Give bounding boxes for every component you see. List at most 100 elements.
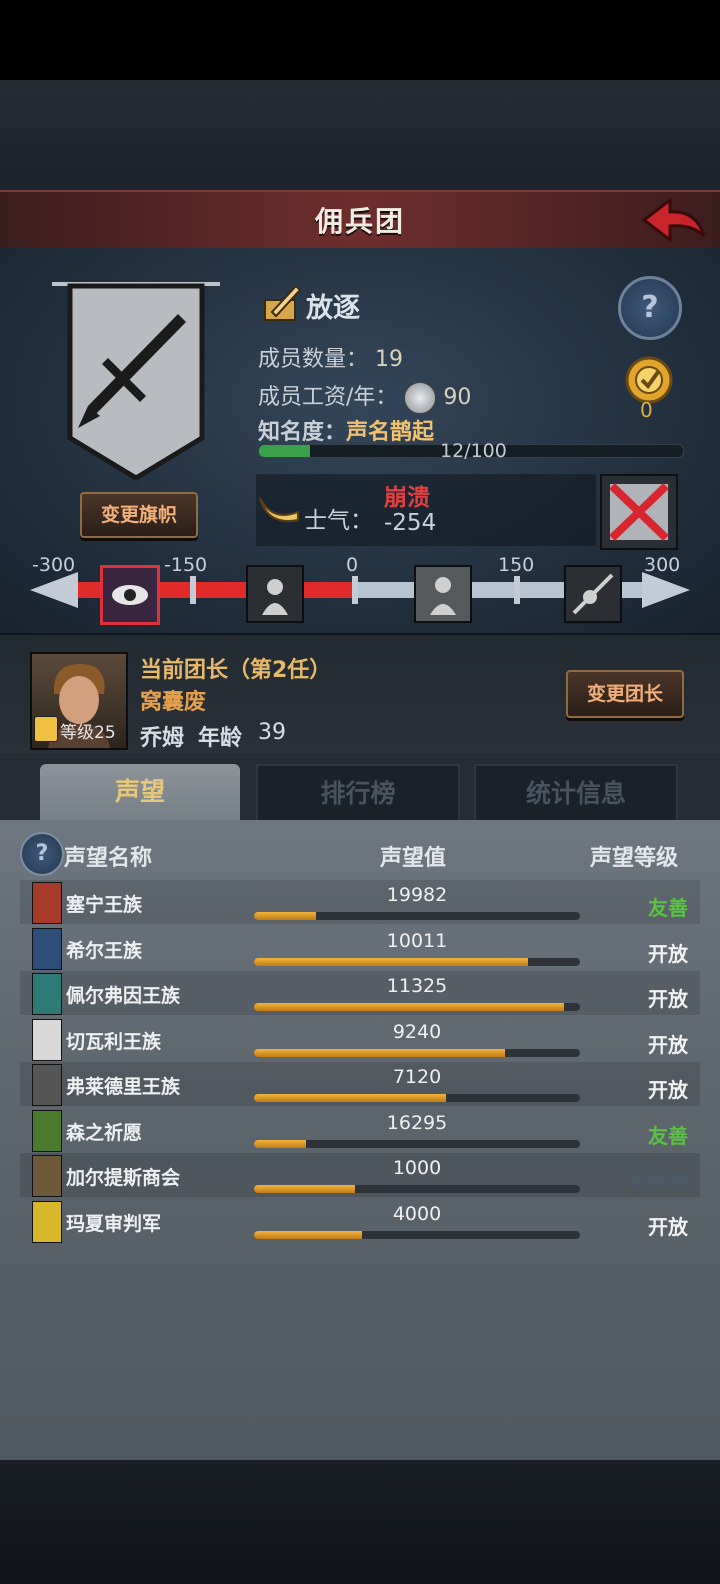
table-row[interactable]: 塞宁王族 19982 友善 xyxy=(20,880,700,924)
status-bar-area xyxy=(0,0,720,80)
reputation-level: 开放 xyxy=(648,987,688,1011)
tab-statistics[interactable]: 统计信息 xyxy=(474,764,678,824)
tab-ranking[interactable]: 排行榜 xyxy=(256,764,460,824)
reputation-value: 19982 xyxy=(386,884,448,906)
table-row[interactable]: 弗莱德里王族 7120 开放 xyxy=(20,1062,700,1106)
tick-label: 300 xyxy=(644,554,681,576)
table-row[interactable]: 希尔王族 10011 开放 xyxy=(20,926,700,970)
reputation-value: 16295 xyxy=(386,1111,448,1134)
tick-label: 150 xyxy=(498,554,535,576)
reputation-bar xyxy=(254,1003,580,1011)
faction-name: 弗莱德里王族 xyxy=(66,1076,181,1098)
despair-icon[interactable] xyxy=(246,565,304,623)
wage-row: 成员工资/年： 90 xyxy=(258,379,471,414)
faction-name: 玛夏审判军 xyxy=(66,1212,162,1235)
reputation-bar-fill xyxy=(254,957,528,966)
morale-state: 崩溃 xyxy=(384,485,430,511)
fame-label: 知名度： xyxy=(258,420,347,445)
disabled-banner-icon[interactable] xyxy=(600,474,678,550)
reputation-bar-fill xyxy=(254,1139,307,1148)
change-flag-button[interactable]: 变更旗帜 xyxy=(80,492,198,538)
change-captain-button[interactable]: 变更团长 xyxy=(566,670,684,718)
captain-name: 乔姆 xyxy=(140,726,185,751)
reputation-bar-fill xyxy=(254,1094,447,1102)
calm-figure-icon[interactable] xyxy=(414,565,472,623)
reputation-bar xyxy=(254,1048,580,1057)
morale-label: 士气： xyxy=(304,508,373,534)
top-background xyxy=(0,80,720,190)
shield-icon xyxy=(34,716,58,742)
back-button[interactable] xyxy=(640,196,708,244)
fame-row: 知名度：声名鹊起 xyxy=(258,414,434,446)
reputation-value: 10011 xyxy=(386,929,448,952)
quill-icon xyxy=(262,282,302,322)
reputation-level: 友善 xyxy=(648,896,688,920)
tick-label: -150 xyxy=(164,554,208,576)
tick-label: 0 xyxy=(346,554,359,576)
reputation-bar xyxy=(254,1185,580,1193)
captain-level: 等级25 xyxy=(60,723,116,743)
question-icon: ? xyxy=(641,290,659,325)
reputation-bar xyxy=(254,1094,580,1102)
bottom-background xyxy=(0,1460,720,1584)
page-title: 佣兵团 xyxy=(314,205,405,238)
table-row[interactable]: 切瓦利王族 9240 开放 xyxy=(20,1017,700,1061)
faction-crest-icon xyxy=(32,1064,62,1106)
captain-age: 39 xyxy=(258,720,286,745)
help-button[interactable]: ? xyxy=(618,276,682,340)
horn-icon xyxy=(258,492,300,526)
members-value: 19 xyxy=(375,347,404,372)
reputation-value: 4000 xyxy=(392,1202,442,1225)
company-banner[interactable] xyxy=(48,278,224,488)
captain-age-label: 年龄 xyxy=(198,726,243,751)
charge-icon[interactable] xyxy=(564,565,622,623)
company-status: 放逐 xyxy=(306,293,360,324)
faction-crest-icon xyxy=(32,1200,62,1243)
reputation-value: 9240 xyxy=(392,1020,442,1043)
faction-crest-icon xyxy=(32,1155,62,1197)
wage-value: 90 xyxy=(443,385,472,410)
faction-name: 切瓦利王族 xyxy=(66,1030,162,1053)
reputation-bar-fill xyxy=(254,1230,362,1239)
reputation-bar xyxy=(254,957,580,966)
reputation-bar-fill xyxy=(254,1185,356,1193)
captain-title: 当前团长（第2任） xyxy=(140,658,332,683)
fame-progress-fill xyxy=(259,445,310,457)
reputation-value: 11325 xyxy=(386,975,448,997)
reputation-level: 开放 xyxy=(648,1078,688,1102)
reputation-bar xyxy=(254,1139,580,1148)
silver-coin-icon xyxy=(404,382,437,414)
reputation-value: 7120 xyxy=(392,1066,442,1088)
question-icon: ? xyxy=(35,841,49,866)
tick-label: -300 xyxy=(32,554,76,576)
reputation-help-button[interactable]: ? xyxy=(20,832,64,876)
morale-value: -254 xyxy=(384,510,437,536)
table-row[interactable]: 加尔提斯商会 1000 非开放 xyxy=(20,1153,700,1197)
reputation-bar-fill xyxy=(254,1048,506,1057)
fame-value: 声名鹊起 xyxy=(346,420,435,445)
faction-name: 希尔王族 xyxy=(66,939,143,962)
table-row[interactable]: 森之祈愿 16295 友善 xyxy=(20,1108,700,1152)
faction-crest-icon xyxy=(32,927,62,970)
reputation-bar-fill xyxy=(254,1003,564,1011)
reputation-level: 开放 xyxy=(648,1214,688,1239)
faction-name: 森之祈愿 xyxy=(66,1121,143,1144)
wage-label: 成员工资/年： xyxy=(258,385,398,410)
faction-crest-icon xyxy=(32,1018,62,1061)
tab-reputation[interactable]: 声望 xyxy=(40,764,240,820)
reputation-bar xyxy=(254,1230,580,1239)
column-header-name: 声望名称 xyxy=(64,846,153,871)
eye-icon[interactable] xyxy=(100,565,160,625)
reputation-level: 开放 xyxy=(648,941,688,966)
sword-banner-icon xyxy=(52,282,220,481)
table-row[interactable]: 玛夏审判军 4000 开放 xyxy=(20,1199,700,1243)
faction-name: 塞宁王族 xyxy=(66,894,143,916)
column-header-value: 声望值 xyxy=(380,846,447,871)
faction-crest-icon xyxy=(32,882,62,924)
faction-name: 加尔提斯商会 xyxy=(66,1167,181,1189)
captain-trait: 窝囊废 xyxy=(140,690,207,715)
faction-crest-icon xyxy=(32,1109,62,1152)
back-arrow-icon xyxy=(641,196,706,244)
members-label: 成员数量： xyxy=(258,347,369,372)
table-row[interactable]: 佩尔弗因王族 11325 开放 xyxy=(20,971,700,1015)
